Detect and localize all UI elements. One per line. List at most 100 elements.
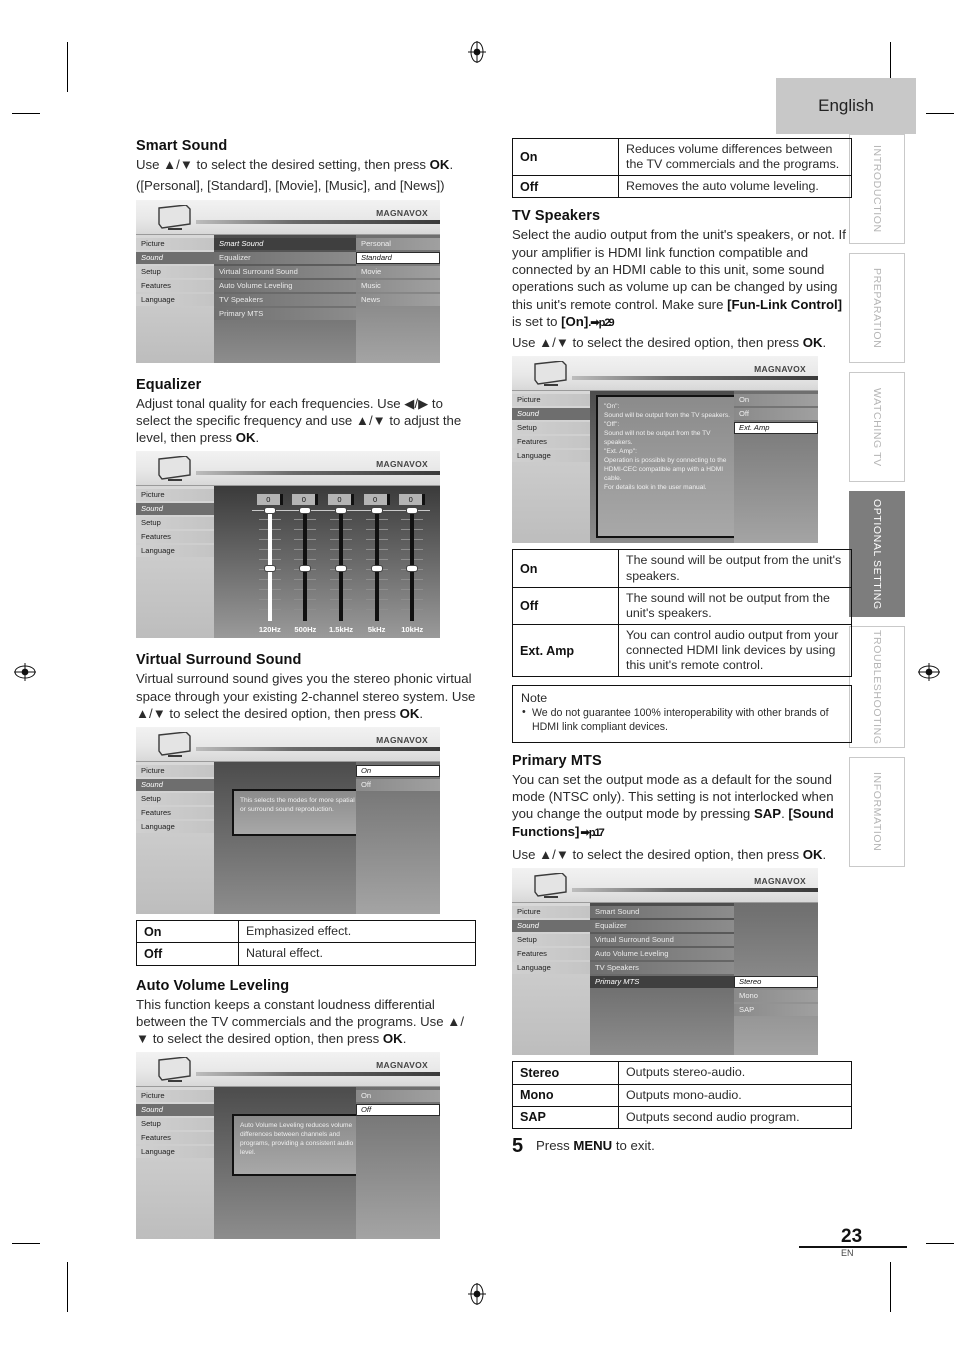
- equalizer-knob-top[interactable]: [300, 508, 311, 514]
- equalizer-band-slider[interactable]: [257, 508, 283, 623]
- osd-option-stereo[interactable]: Stereo: [734, 976, 818, 989]
- equalizer-knob[interactable]: [407, 565, 418, 571]
- table-value: Reduces volume differences between the T…: [618, 137, 852, 177]
- osd-category-language[interactable]: Language: [136, 821, 214, 834]
- equalizer-band-slider[interactable]: [399, 508, 425, 623]
- osd-category-sound[interactable]: Sound: [512, 920, 590, 933]
- osd-item-auto-volume-leveling[interactable]: Auto Volume Leveling: [590, 948, 734, 961]
- osd-item-primary-mts[interactable]: Primary MTS: [214, 307, 356, 320]
- osd-option-sap[interactable]: SAP: [734, 1004, 818, 1017]
- primary-mts-instruction-2: Use ▲/▼ to select the desired option, th…: [512, 846, 852, 863]
- osd-option-ext-amp[interactable]: Ext. Amp: [734, 422, 818, 435]
- osd-category-setup[interactable]: Setup: [136, 265, 214, 278]
- osd-option-standard[interactable]: Standard: [356, 251, 440, 264]
- osd-category-picture[interactable]: Picture: [136, 1090, 214, 1103]
- table-value: The sound will be output from the unit's…: [618, 549, 852, 588]
- osd-option-on[interactable]: On: [356, 765, 440, 778]
- table-row: Stereo Outputs stereo-audio.: [512, 1061, 852, 1085]
- osd-category-sound[interactable]: Sound: [512, 408, 590, 421]
- osd-option-off[interactable]: Off: [734, 408, 818, 421]
- equalizer-knob[interactable]: [264, 565, 275, 571]
- equalizer-band-label: 5kHz: [367, 625, 386, 635]
- osd-category-language[interactable]: Language: [136, 293, 214, 306]
- osd-category-setup[interactable]: Setup: [512, 422, 590, 435]
- equalizer-band[interactable]: 0 10kHz: [394, 494, 430, 634]
- osd-item-tv-speakers[interactable]: TV Speakers: [590, 962, 734, 975]
- equalizer-band-label: 500Hz: [294, 625, 317, 635]
- osd-item-smart-sound[interactable]: Smart Sound: [590, 906, 734, 919]
- section-tab-watching-tv[interactable]: WATCHING TV: [849, 372, 905, 482]
- osd-item-primary-mts[interactable]: Primary MTS: [590, 976, 734, 989]
- osd-category-language[interactable]: Language: [136, 1146, 214, 1159]
- osd-item-auto-volume-leveling[interactable]: Auto Volume Leveling: [214, 279, 356, 292]
- osd-category-language[interactable]: Language: [512, 450, 590, 463]
- osd-progress-bar: [196, 471, 440, 476]
- osd-category-language[interactable]: Language: [512, 962, 590, 975]
- equalizer-panel: 0 120Hz 0 500Hz 0 1.5kHz 0 5kHz 0 10kHz: [214, 486, 440, 639]
- osd-option-news[interactable]: News: [356, 293, 440, 306]
- osd-header: MAGNAVOX: [136, 451, 440, 487]
- osd-option-music[interactable]: Music: [356, 279, 440, 292]
- equalizer-band-slider[interactable]: [364, 508, 390, 623]
- section-tab-introduction[interactable]: INTRODUCTION: [849, 134, 905, 244]
- tv-speakers-tooltip-text: "On": Sound will be output from the TV s…: [604, 403, 730, 492]
- equalizer-band[interactable]: 0 500Hz: [288, 494, 324, 634]
- page-number-block: 23 EN: [799, 1226, 909, 1258]
- equalizer-knob[interactable]: [335, 565, 346, 571]
- osd-item-list: Auto Volume Leveling reduces volume diff…: [214, 1087, 374, 1240]
- osd-item-virtual-surround-sound[interactable]: Virtual Surround Sound: [590, 934, 734, 947]
- osd-category-features[interactable]: Features: [136, 807, 214, 820]
- equalizer-knob-top[interactable]: [264, 508, 275, 514]
- osd-option-on[interactable]: On: [734, 394, 818, 407]
- section-tab-information[interactable]: INFORMATION: [849, 757, 905, 867]
- osd-category-sound[interactable]: Sound: [136, 503, 214, 516]
- osd-option-on[interactable]: On: [356, 1090, 440, 1103]
- osd-category-picture[interactable]: Picture: [512, 906, 590, 919]
- osd-category-picture[interactable]: Picture: [136, 765, 214, 778]
- osd-category-features[interactable]: Features: [512, 948, 590, 961]
- section-tab-troubleshooting[interactable]: TROUBLESHOOTING: [849, 626, 905, 748]
- osd-category-picture[interactable]: Picture: [512, 394, 590, 407]
- osd-option-off[interactable]: Off: [356, 779, 440, 792]
- osd-category-setup[interactable]: Setup: [512, 934, 590, 947]
- equalizer-band[interactable]: 0 1.5kHz: [323, 494, 359, 634]
- osd-option-mono[interactable]: Mono: [734, 990, 818, 1003]
- equalizer-band-slider[interactable]: [328, 508, 354, 623]
- equalizer-knob-top[interactable]: [371, 508, 382, 514]
- menu-key: MENU: [573, 1137, 613, 1153]
- smart-sound-instruction-text: Use ▲/▼ to select the desired setting, t…: [136, 157, 430, 172]
- osd-category-sound[interactable]: Sound: [136, 1104, 214, 1117]
- osd-category-features[interactable]: Features: [136, 1132, 214, 1145]
- equalizer-knob[interactable]: [300, 565, 311, 571]
- osd-item-equalizer[interactable]: Equalizer: [214, 251, 356, 264]
- osd-category-setup[interactable]: Setup: [136, 517, 214, 530]
- osd-category-picture[interactable]: Picture: [136, 237, 214, 250]
- osd-item-equalizer[interactable]: Equalizer: [590, 920, 734, 933]
- osd-category-features[interactable]: Features: [136, 531, 214, 544]
- osd-item-virtual-surround-sound[interactable]: Virtual Surround Sound: [214, 265, 356, 278]
- osd-category-setup[interactable]: Setup: [136, 793, 214, 806]
- osd-option-movie[interactable]: Movie: [356, 265, 440, 278]
- osd-category-features[interactable]: Features: [512, 436, 590, 449]
- osd-option-off[interactable]: Off: [356, 1104, 440, 1117]
- osd-option-personal[interactable]: Personal: [356, 237, 440, 250]
- osd-item-tv-speakers[interactable]: TV Speakers: [214, 293, 356, 306]
- section-tab-optional-setting[interactable]: OPTIONAL SETTING: [849, 491, 905, 617]
- osd-category-picture[interactable]: Picture: [136, 489, 214, 502]
- equalizer-knob[interactable]: [371, 565, 382, 571]
- equalizer-knob-top[interactable]: [407, 508, 418, 514]
- osd-category-features[interactable]: Features: [136, 279, 214, 292]
- equalizer-band[interactable]: 0 120Hz: [252, 494, 288, 634]
- equalizer-band[interactable]: 0 5kHz: [359, 494, 395, 634]
- osd-item-smart-sound[interactable]: Smart Sound: [214, 237, 356, 250]
- osd-category-setup[interactable]: Setup: [136, 1118, 214, 1131]
- virtual-surround-heading: Virtual Surround Sound: [136, 652, 302, 669]
- auto-volume-tooltip: Auto Volume Leveling reduces volume diff…: [232, 1114, 374, 1177]
- osd-category-language[interactable]: Language: [136, 545, 214, 558]
- section-tab-preparation[interactable]: PREPARATION: [849, 253, 905, 363]
- virtual-surround-instruction: Virtual surround sound gives you the ste…: [136, 670, 476, 722]
- osd-category-sound[interactable]: Sound: [136, 779, 214, 792]
- osd-category-sound[interactable]: Sound: [136, 251, 214, 264]
- equalizer-band-slider[interactable]: [292, 508, 318, 623]
- equalizer-knob-top[interactable]: [335, 508, 346, 514]
